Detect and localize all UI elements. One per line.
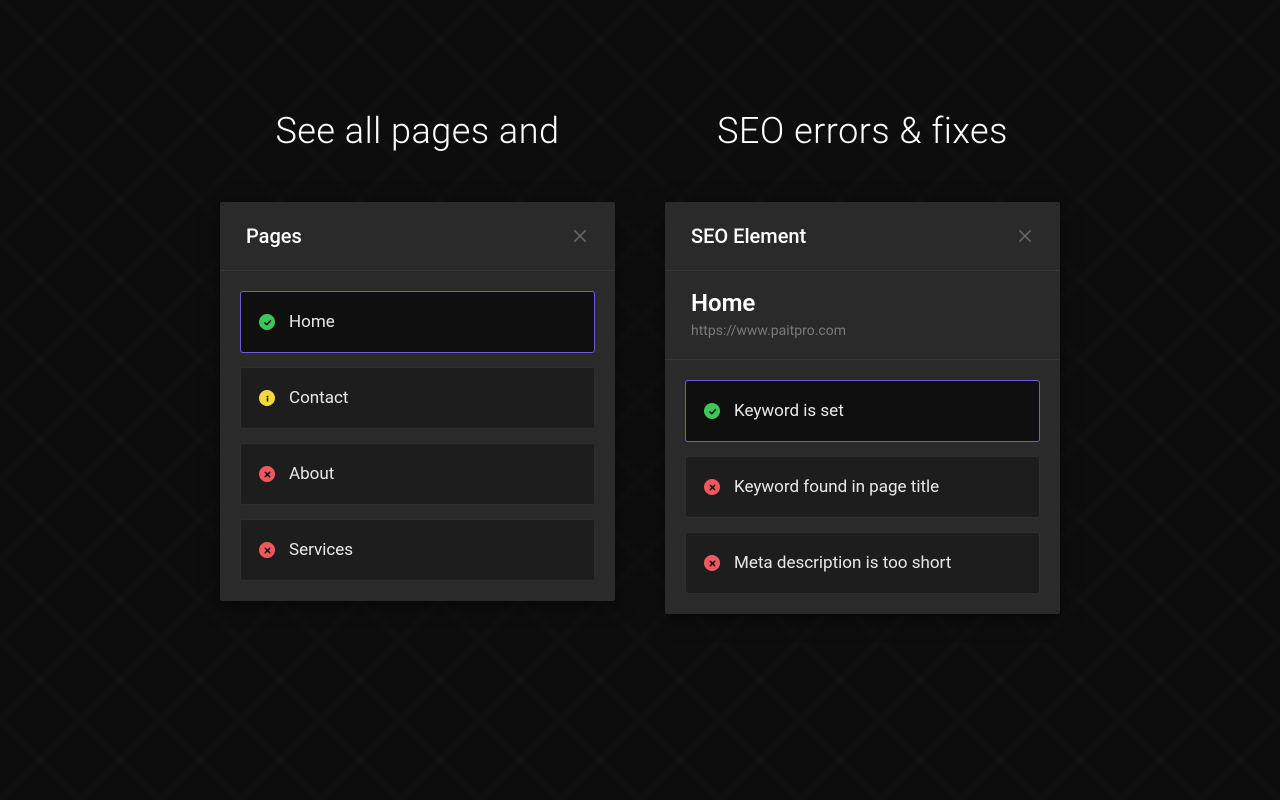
seo-panel-header: SEO Element	[665, 202, 1060, 271]
seo-panel: SEO Element Home https://www.paitpro.com…	[665, 202, 1060, 614]
seo-list: Keyword is set Keyword found in page titl…	[665, 360, 1060, 614]
left-column: See all pages and Pages Home Contact About…	[220, 110, 615, 601]
error-status-icon	[704, 555, 720, 571]
right-headline: SEO errors & fixes	[717, 110, 1008, 152]
success-status-icon	[259, 314, 275, 330]
close-icon[interactable]	[1016, 227, 1034, 245]
list-item-label: Keyword is set	[734, 401, 844, 421]
page-item[interactable]: About	[240, 443, 595, 505]
page-item[interactable]: Home	[240, 291, 595, 353]
error-status-icon	[259, 466, 275, 482]
close-icon[interactable]	[571, 227, 589, 245]
error-status-icon	[259, 542, 275, 558]
list-item-label: Keyword found in page title	[734, 477, 939, 497]
pages-panel-header: Pages	[220, 202, 615, 271]
list-item-label: Contact	[289, 388, 348, 408]
page-item[interactable]: Contact	[240, 367, 595, 429]
seo-panel-title: SEO Element	[691, 224, 806, 248]
page-meta: Home https://www.paitpro.com	[665, 271, 1060, 360]
pages-panel: Pages Home Contact About Services	[220, 202, 615, 601]
page-item[interactable]: Services	[240, 519, 595, 581]
seo-check-item[interactable]: Meta description is too short	[685, 532, 1040, 594]
page-meta-url: https://www.paitpro.com	[691, 323, 1034, 339]
warning-status-icon	[259, 390, 275, 406]
pages-panel-title: Pages	[246, 224, 302, 248]
left-headline: See all pages and	[275, 110, 559, 152]
page-meta-title: Home	[691, 289, 1034, 317]
list-item-label: Home	[289, 312, 335, 332]
seo-check-item[interactable]: Keyword is set	[685, 380, 1040, 442]
list-item-label: Services	[289, 540, 353, 560]
error-status-icon	[704, 479, 720, 495]
list-item-label: Meta description is too short	[734, 553, 951, 573]
list-item-label: About	[289, 464, 334, 484]
success-status-icon	[704, 403, 720, 419]
pages-list: Home Contact About Services	[220, 271, 615, 601]
seo-check-item[interactable]: Keyword found in page title	[685, 456, 1040, 518]
right-column: SEO errors & fixes SEO Element Home http…	[665, 110, 1060, 614]
